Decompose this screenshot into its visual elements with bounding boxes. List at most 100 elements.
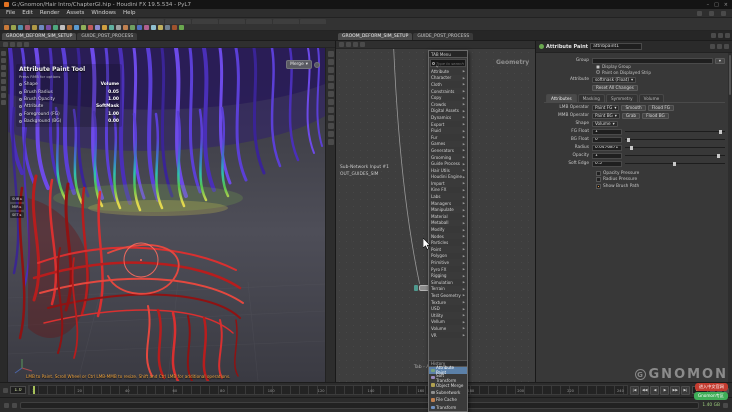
hud-row[interactable]: Foreground (FG) 1.00 xyxy=(19,111,119,118)
select-tool-icon[interactable] xyxy=(1,51,6,56)
tab-menu-search-input[interactable] xyxy=(436,60,464,66)
help-icon[interactable] xyxy=(724,44,729,49)
shelf-tab[interactable] xyxy=(138,19,164,24)
transport-button[interactable]: ▶▶ xyxy=(670,385,680,395)
params-tab[interactable]: Symmetry xyxy=(605,94,638,102)
opacity-input[interactable] xyxy=(592,152,622,159)
smooth-button[interactable]: Smooth xyxy=(621,104,646,111)
shelf-tool-icon[interactable] xyxy=(158,25,163,30)
tab-menu-history-item[interactable]: Object Merge xyxy=(429,381,467,388)
guides-display-icon[interactable] xyxy=(327,107,334,113)
desktop-grid-icon[interactable] xyxy=(723,402,728,408)
rotate-tool-icon[interactable] xyxy=(1,65,6,70)
tab-menu-category[interactable]: Polygon ▶ xyxy=(429,252,467,260)
network-back-icon[interactable] xyxy=(346,42,351,47)
shelf-tool-icon[interactable] xyxy=(53,25,58,30)
points-display-icon[interactable] xyxy=(327,91,334,97)
tab-menu-category[interactable]: Games ▶ xyxy=(429,141,467,148)
warning-icon[interactable] xyxy=(12,402,17,408)
merge-button[interactable]: Merge ▾ xyxy=(286,60,312,69)
tab-menu-category[interactable]: Simulation ▶ xyxy=(429,279,467,286)
shelf-tool-icon[interactable] xyxy=(11,25,16,30)
transport-button[interactable]: ▶| xyxy=(681,385,690,395)
viewport-side-button[interactable]: SUB ▸ xyxy=(10,196,25,202)
shelf-tool-icon[interactable] xyxy=(130,25,135,30)
tab-menu-history-item[interactable]: Subnetwork xyxy=(429,389,467,396)
scene-pane-tab[interactable]: GROOM_DEFORM_SIM_SETUP xyxy=(2,33,77,40)
tab-menu-category[interactable]: Terrain ▶ xyxy=(429,286,467,293)
shelf-tool-icon[interactable] xyxy=(102,25,107,30)
transport-button[interactable]: ◀◀ xyxy=(639,385,650,395)
display-toggle-icon[interactable] xyxy=(314,61,320,68)
params-tab[interactable]: Volume xyxy=(638,94,665,102)
toolbar-icon[interactable] xyxy=(709,10,714,16)
shelf-tab[interactable] xyxy=(192,19,218,24)
network-snapshot-icon[interactable] xyxy=(360,42,365,47)
shading-mode-icon[interactable] xyxy=(327,59,334,65)
tab-menu-history-item[interactable]: Transform xyxy=(429,404,467,411)
normals-display-icon[interactable] xyxy=(327,99,334,105)
viewport-side-button[interactable]: MIR ▸ xyxy=(10,204,25,210)
shelf-tab[interactable] xyxy=(165,19,191,24)
hud-row[interactable]: Shape Volume xyxy=(19,81,119,88)
tab-menu-category[interactable]: Houdini Engine ▶ xyxy=(429,173,467,181)
lmb-operator-select[interactable]: Paint FG ▾ xyxy=(592,104,620,111)
hud-row[interactable]: Attribute SoftMask xyxy=(19,103,119,110)
maximize-button[interactable]: □ xyxy=(714,2,719,8)
grid-toggle-icon[interactable] xyxy=(327,75,334,81)
tab-menu-category[interactable]: Volume ▶ xyxy=(429,325,467,332)
checkbox-icon[interactable] xyxy=(596,177,601,183)
translate-tool-icon[interactable] xyxy=(1,58,6,63)
timeline-ruler[interactable]: 120406080100120140160180200220240 xyxy=(28,385,628,395)
shelf-tab[interactable] xyxy=(111,19,137,24)
handle-tool-icon[interactable] xyxy=(1,79,6,84)
paint-tool-icon[interactable] xyxy=(1,86,6,91)
transport-button[interactable]: ◀ xyxy=(650,385,660,395)
shelf-tool-icon[interactable] xyxy=(88,25,93,30)
secure-selection-icon[interactable] xyxy=(1,100,6,105)
shelf-tool-icon[interactable] xyxy=(95,25,100,30)
tab-menu-category[interactable]: Utility ▶ xyxy=(429,312,467,319)
pane-split-icon[interactable] xyxy=(718,33,723,38)
shelf-tool-icon[interactable] xyxy=(60,25,65,30)
toolbar-icon[interactable] xyxy=(721,10,726,16)
shelf-tool-icon[interactable] xyxy=(116,25,121,30)
shelf-tool-icon[interactable] xyxy=(144,25,149,30)
menu-item[interactable]: Help xyxy=(123,10,136,16)
radio-icon[interactable] xyxy=(596,64,600,69)
display-options-icon[interactable] xyxy=(327,139,334,145)
menu-item[interactable]: Edit xyxy=(22,10,33,16)
tab-menu-category[interactable]: Character ▶ xyxy=(429,75,467,82)
shelf-tool-icon[interactable] xyxy=(165,25,170,30)
tab-menu-category[interactable]: Guide Process ▶ xyxy=(429,160,467,167)
tab-menu-history-item[interactable]: File Cache xyxy=(429,396,467,403)
end-frame-field[interactable] xyxy=(692,386,708,394)
shelf-tab[interactable] xyxy=(273,19,299,24)
tab-menu-category[interactable]: USD ▶ xyxy=(429,305,467,312)
tab-menu-category[interactable]: Material ▶ xyxy=(429,213,467,220)
realtime-toggle-icon[interactable] xyxy=(717,387,722,393)
tab-menu-category[interactable]: Attribute ▶ xyxy=(429,68,467,75)
camera-lock-icon[interactable] xyxy=(327,115,334,121)
tab-menu-category[interactable]: Hair Utils ▶ xyxy=(429,167,467,174)
shelf-tool-icon[interactable] xyxy=(25,25,30,30)
tab-menu-category[interactable]: Primitive ▶ xyxy=(429,259,467,266)
tab-menu-search[interactable] xyxy=(430,59,466,67)
hud-row[interactable]: Background (BG) 0.00 xyxy=(19,118,119,125)
menu-item[interactable]: Windows xyxy=(91,10,116,16)
group-option[interactable]: Paint on Displayed Strip xyxy=(596,70,729,76)
reset-all-changes-button[interactable]: Reset All Changes xyxy=(592,84,638,91)
params-tab[interactable]: Attributes xyxy=(546,94,577,102)
tab-menu-category[interactable]: Managers ▶ xyxy=(429,199,467,207)
transport-button[interactable]: ▶ xyxy=(660,385,670,395)
tab-menu-category[interactable]: Crowds ▶ xyxy=(429,101,467,108)
transport-button[interactable]: |◀ xyxy=(629,385,639,395)
group-dropdown-button[interactable]: ▾ xyxy=(714,57,725,64)
checkbox-icon[interactable] xyxy=(596,170,601,176)
shelf-tool-icon[interactable] xyxy=(179,25,184,30)
pane-menu-icon[interactable] xyxy=(711,33,716,38)
params-tab[interactable]: Masking xyxy=(577,94,605,102)
close-button[interactable]: × xyxy=(724,2,728,8)
camera-menu-icon[interactable] xyxy=(3,41,8,47)
soft-edge-slider[interactable] xyxy=(625,161,725,166)
